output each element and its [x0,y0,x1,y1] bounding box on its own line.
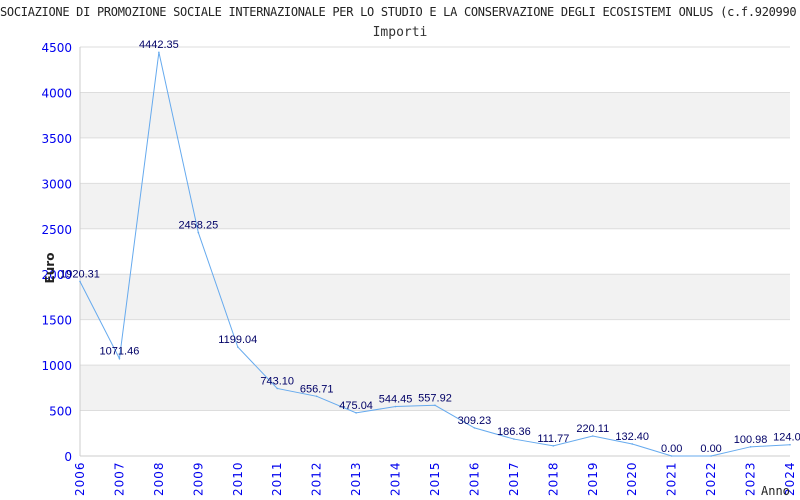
x-axis-title: Anno [761,484,790,498]
y-tick-label: 4500 [41,41,72,55]
data-label: 111.77 [537,433,569,445]
data-point [710,455,712,457]
data-point [552,445,555,447]
data-point [631,443,634,445]
data-point [315,395,318,398]
data-point [197,231,200,234]
data-label: 4442.35 [139,39,179,51]
data-point [118,357,121,360]
x-tick-label: 2012 [310,461,324,496]
data-label: 743.10 [260,375,294,387]
y-axis-title: Euro [43,253,57,284]
x-tick-label: 2013 [349,461,363,496]
x-tick-label: 2008 [152,461,166,496]
data-label: 557.92 [418,392,452,404]
data-label: 1199.04 [218,334,257,346]
data-point [79,280,81,283]
x-tick-label: 2014 [389,461,403,496]
data-label: 0.00 [661,443,682,455]
x-tick-label: 2007 [112,461,126,496]
x-tick-label: 2020 [625,461,639,496]
data-point [789,443,791,446]
data-point [394,405,397,408]
x-tick-label: 2011 [270,461,284,496]
data-point [749,446,752,448]
x-tick-label: 2017 [507,461,521,496]
data-label: 1071.46 [100,346,140,358]
data-label: 124.00 [773,432,800,444]
x-tick-label: 2021 [665,461,679,496]
data-label: 1920.31 [60,268,100,280]
y-tick-label: 1500 [41,314,72,328]
data-label: 656.71 [300,383,334,395]
y-tick-label: 3000 [41,177,72,191]
y-tick-label: 0 [64,450,72,464]
x-tick-label: 2018 [546,461,560,496]
data-label: 100.98 [734,434,768,446]
data-label: 2458.25 [178,220,218,232]
y-tick-label: 500 [49,405,72,419]
data-label: 0.00 [700,443,721,455]
data-point [591,435,594,437]
y-tick-label: 1000 [41,359,72,373]
grid-band [80,92,790,138]
data-point [276,387,279,390]
data-point [236,346,239,348]
data-label: 132.40 [615,431,649,443]
x-tick-label: 2016 [467,461,481,496]
data-label: 475.04 [339,400,373,412]
data-label: 186.36 [497,426,531,438]
data-point [513,438,515,440]
x-tick-label: 2019 [586,461,600,496]
x-tick-label: 2009 [191,461,205,496]
data-label: 544.45 [379,394,413,406]
line-chart: 0500100015002000250030003500400045002006… [41,39,800,498]
data-label: 220.11 [576,423,609,435]
data-label: 309.23 [458,415,492,427]
x-tick-label: 2006 [73,461,87,496]
y-tick-label: 3500 [41,132,72,146]
data-point [158,51,160,54]
data-point [355,412,357,414]
y-tick-label: 4000 [41,86,72,100]
data-point [434,404,436,407]
x-tick-label: 2010 [231,461,245,496]
x-tick-label: 2023 [744,461,758,496]
data-point [473,427,476,429]
data-point [670,455,673,457]
x-tick-label: 2015 [428,461,442,496]
y-tick-label: 2500 [41,223,72,237]
x-tick-label: 2022 [704,461,718,496]
grid-band [80,274,790,320]
